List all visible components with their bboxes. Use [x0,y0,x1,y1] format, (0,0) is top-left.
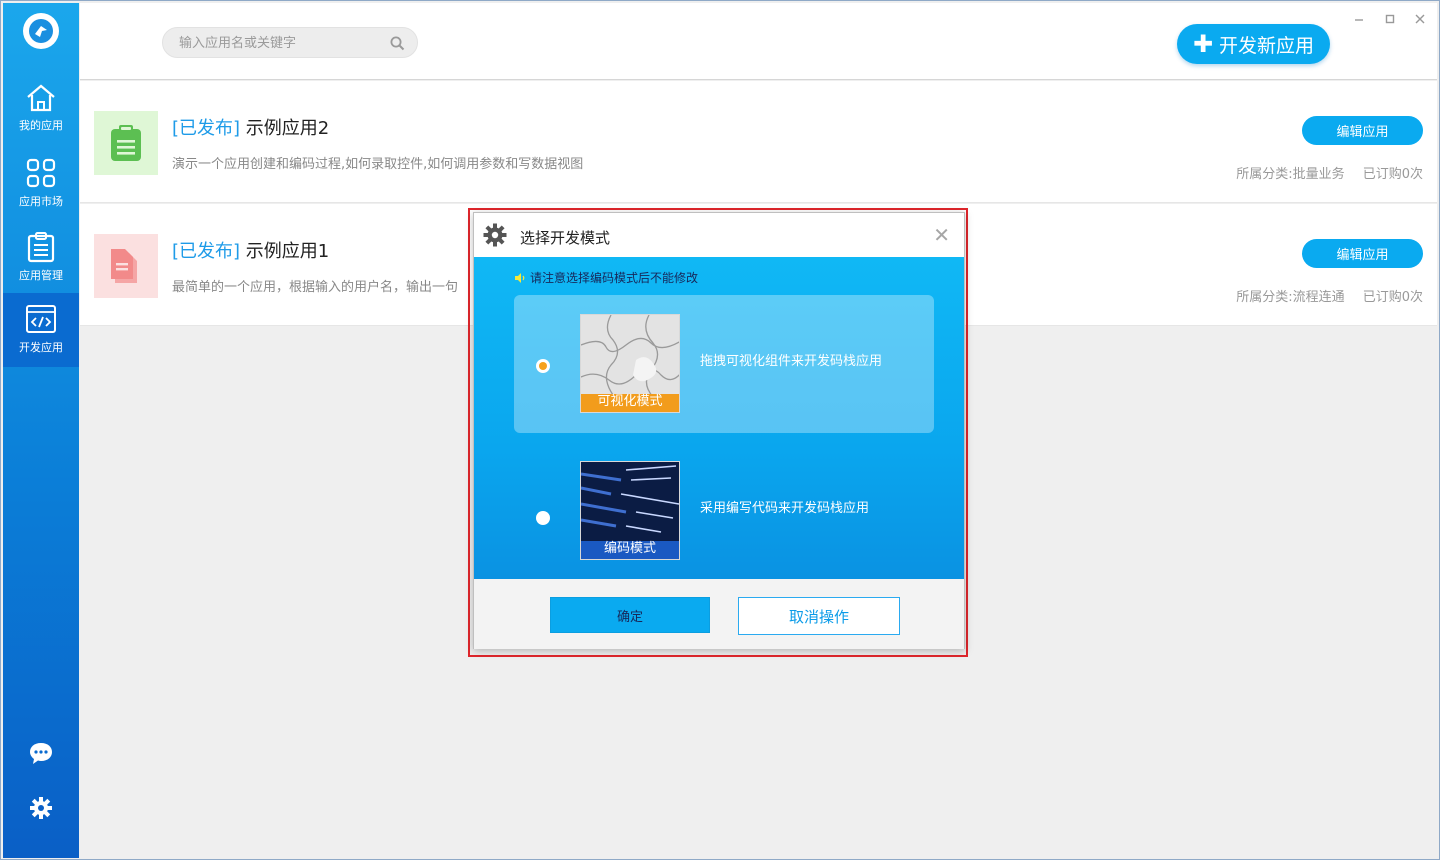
code-mode-option[interactable]: 编码模式 采用编写代码来开发码栈应用 [514,439,934,577]
clipboard-icon [111,125,141,161]
sidebar: 我的应用 应用市场 应用管理 开发应用 [3,3,79,858]
visual-mode-image: 可视化模式 [580,314,680,413]
visual-mode-radio[interactable] [536,359,550,373]
visual-mode-caption: 可视化模式 [597,394,663,409]
new-app-button[interactable]: ✚ 开发新应用 [1177,24,1330,64]
visual-mode-description: 拖拽可视化组件来开发码栈应用 [700,354,883,369]
edit-app-button[interactable]: 编辑应用 [1302,239,1423,268]
app-description: 演示一个应用创建和编码过程,如何录取控件,如何调用参数和写数据视图 [172,157,584,172]
app-category: 所属分类:流程连通 [1236,290,1345,305]
search-box [162,27,418,58]
select-mode-dialog: 选择开发模式 ✕ 请注意选择编码模式后不能修改 可视化模式 拖拽可视化组件来开发… [473,212,965,649]
app-description: 最简单的一个应用，根据输入的用户名，输出一句 [172,280,459,295]
code-mode-image: 编码模式 [580,461,680,560]
app-thumbnail [94,234,158,298]
app-status: [已发布] [172,118,241,139]
dialog-header: 选择开发模式 ✕ [474,213,964,257]
sidebar-item-label: 我的应用 [19,119,63,132]
app-meta: 所属分类:批量业务 已订购0次 [1236,163,1423,182]
plus-icon: ✚ [1192,30,1214,58]
code-mode-caption: 编码模式 [603,541,656,556]
code-mode-description: 采用编写代码来开发码栈应用 [700,501,870,516]
app-logo [23,13,59,49]
visual-mode-option[interactable]: 可视化模式 拖拽可视化组件来开发码栈应用 [514,295,934,433]
app-card[interactable]: [已发布] 示例应用2 演示一个应用创建和编码过程,如何录取控件,如何调用参数和… [80,81,1437,203]
edit-app-button[interactable]: 编辑应用 [1302,116,1423,145]
app-thumbnail [94,111,158,175]
gear-icon[interactable] [27,794,55,822]
new-app-label: 开发新应用 [1219,34,1315,57]
dialog-notice: 请注意选择编码模式后不能修改 [514,269,698,286]
dialog-title: 选择开发模式 [520,229,611,247]
home-icon [27,84,55,112]
document-icon [111,249,137,283]
grid-icon [26,158,56,188]
app-title[interactable]: [已发布] 示例应用1 [172,237,329,263]
app-meta: 所属分类:流程连通 已订购0次 [1236,286,1423,305]
close-icon[interactable]: ✕ [933,223,950,247]
sidebar-item-app-management[interactable]: 应用管理 [3,221,79,295]
code-icon [26,305,56,333]
app-name: 示例应用1 [245,241,330,262]
minimize-icon[interactable] [1354,13,1364,27]
speaker-icon [515,272,525,283]
sidebar-item-label: 应用管理 [19,269,63,282]
chat-icon[interactable] [27,739,55,767]
sidebar-item-label: 开发应用 [19,341,63,354]
notice-text: 请注意选择编码模式后不能修改 [530,271,699,285]
gear-icon [483,223,507,247]
sidebar-item-develop-app[interactable]: 开发应用 [3,293,79,367]
app-title[interactable]: [已发布] 示例应用2 [172,114,329,140]
search-input[interactable] [179,34,379,52]
dialog-body: 请注意选择编码模式后不能修改 可视化模式 拖拽可视化组件来开发码栈应用 编码模式… [474,257,964,579]
dialog-footer: 确定 取消操作 [474,579,964,649]
sidebar-item-my-apps[interactable]: 我的应用 [3,73,79,147]
code-mode-radio[interactable] [536,511,550,525]
sidebar-item-app-market[interactable]: 应用市场 [3,147,79,221]
confirm-button[interactable]: 确定 [550,597,710,633]
app-subscriptions: 已订购0次 [1362,290,1423,305]
app-status: [已发布] [172,241,241,262]
app-subscriptions: 已订购0次 [1362,167,1423,182]
app-category: 所属分类:批量业务 [1236,167,1345,182]
app-name: 示例应用2 [245,118,330,139]
cancel-button[interactable]: 取消操作 [738,597,900,635]
search-icon[interactable] [390,36,405,51]
close-icon[interactable] [1415,13,1425,27]
maximize-icon[interactable] [1385,13,1395,27]
sidebar-item-label: 应用市场 [19,195,63,208]
clipboard-icon [27,232,55,263]
header: ✚ 开发新应用 [80,3,1437,80]
